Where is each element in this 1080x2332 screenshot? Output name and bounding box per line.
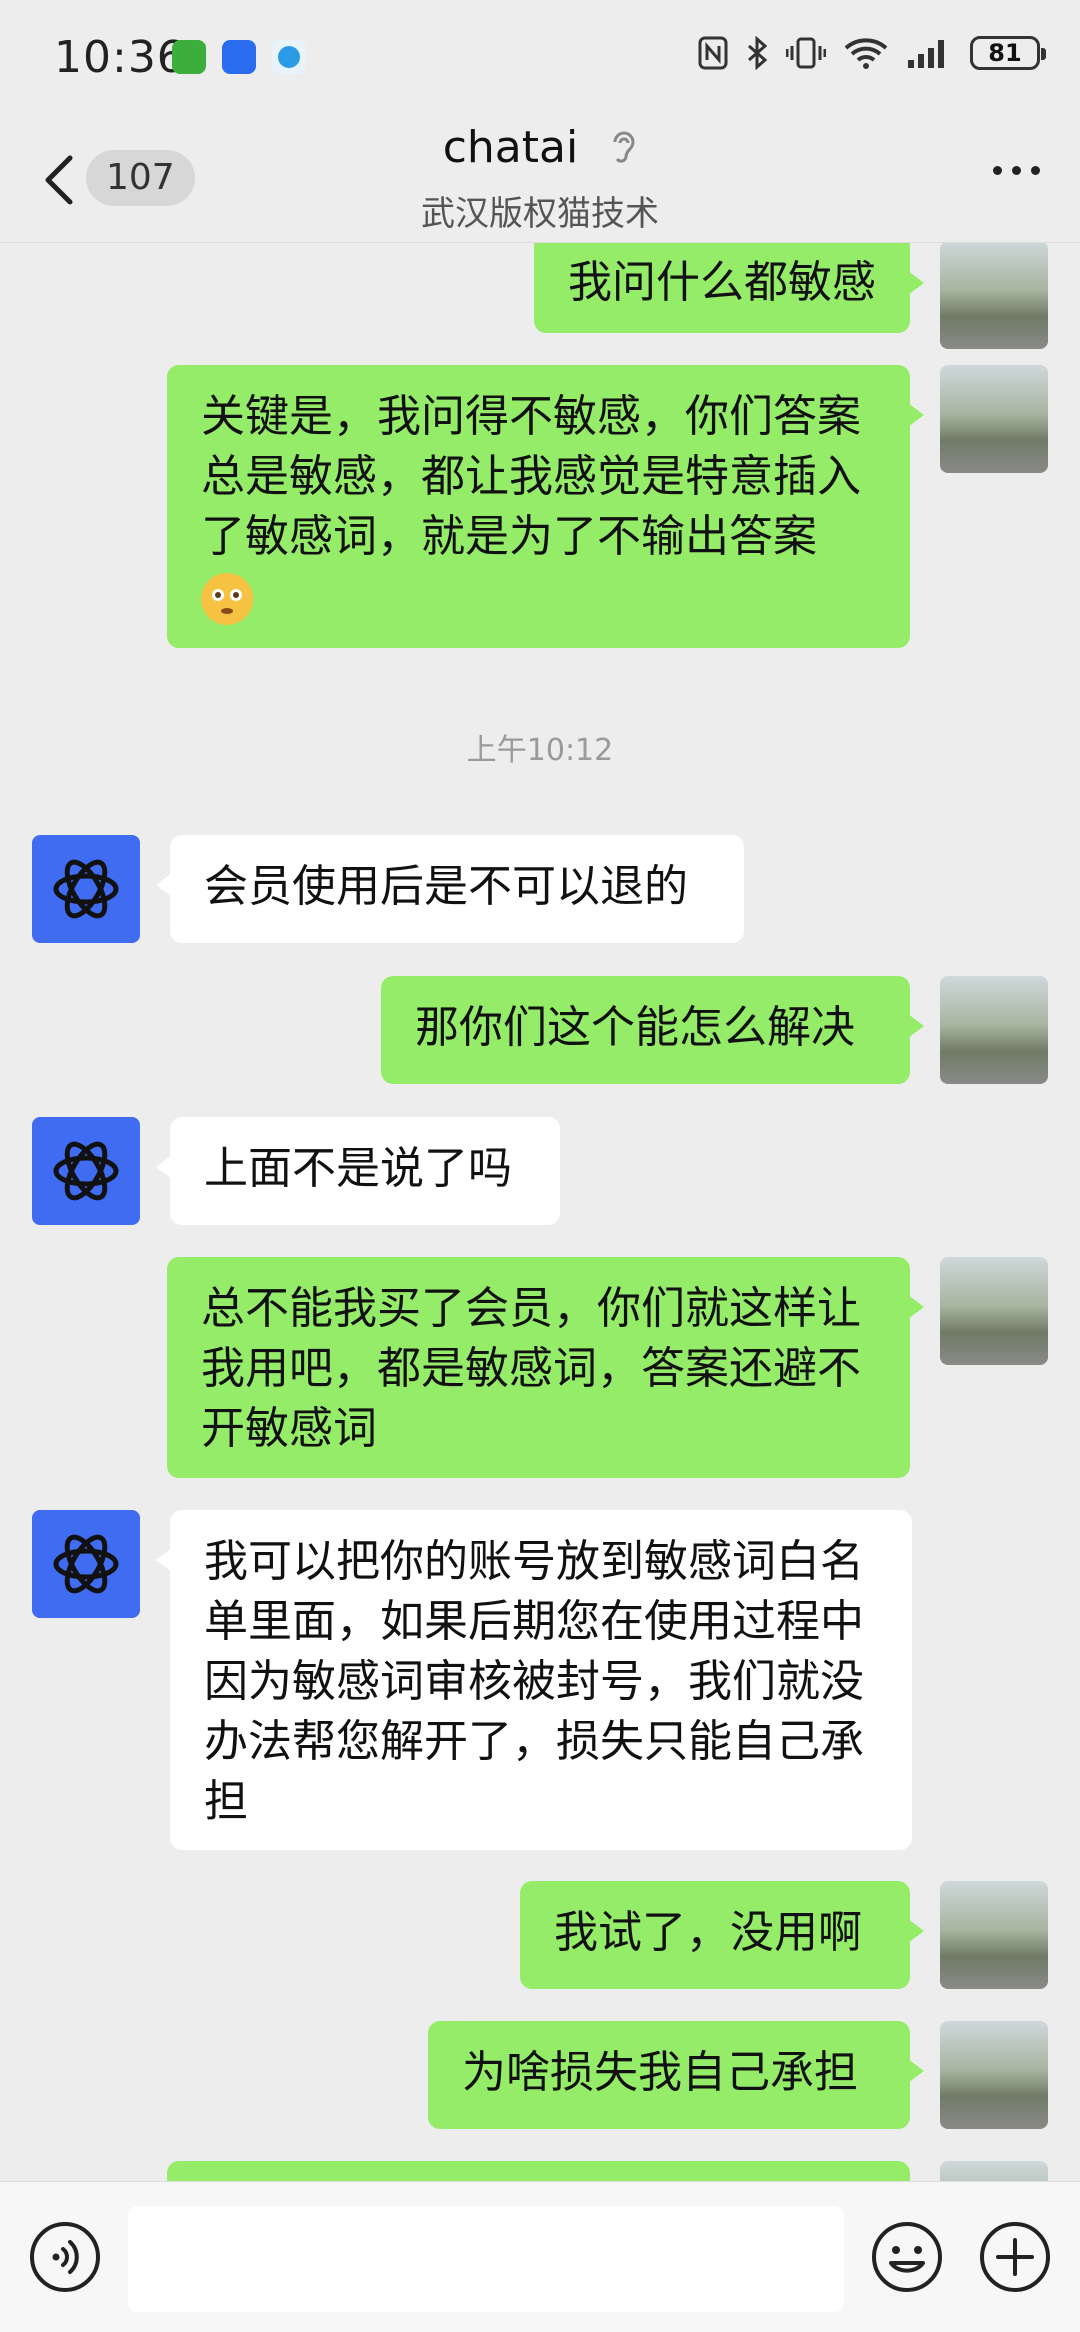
user-avatar[interactable]	[940, 976, 1048, 1084]
user-avatar[interactable]	[940, 1257, 1048, 1365]
bot-avatar[interactable]	[32, 1510, 140, 1618]
incoming-message[interactable]: 会员使用后是不可以退的	[156, 835, 744, 943]
vibrate-icon	[786, 37, 826, 69]
message-text: 我可以把你的账号放到敏感词白名单里面，如果后期您在使用过程中因为敏感词审核被封号…	[204, 1536, 864, 1827]
earpiece-mode-icon	[613, 131, 635, 163]
message-text: 总不能我买了会员，你们就这样让我用吧，都是敏感词，答案还避不开敏感词	[201, 1283, 861, 1454]
user-avatar[interactable]	[940, 2161, 1048, 2181]
outgoing-message[interactable]: 那你们这个能怎么解决	[381, 976, 924, 1084]
message-text: 上面不是说了吗	[204, 1143, 512, 1194]
bluetooth-icon	[748, 36, 768, 70]
message-text: 为啥损失我自己承担	[462, 2047, 858, 2098]
flushed-face-emoji	[201, 573, 253, 625]
user-avatar[interactable]	[940, 2021, 1048, 2129]
openai-logo-icon	[53, 859, 119, 919]
chat-header: 107 chatai 武汉版权猫技术	[0, 120, 1080, 243]
voice-icon[interactable]	[28, 2220, 102, 2294]
emoji-icon[interactable]	[870, 2220, 944, 2294]
outgoing-message[interactable]: 我问什么都敏感	[534, 243, 924, 333]
bulb-notification-icon	[222, 40, 256, 74]
outgoing-message[interactable]	[167, 2161, 910, 2181]
user-avatar[interactable]	[940, 243, 1048, 349]
user-avatar[interactable]	[940, 1881, 1048, 1989]
status-bar: 10:36 81	[0, 0, 1080, 120]
plus-icon[interactable]	[978, 2220, 1052, 2294]
app-notification-icon	[172, 40, 206, 74]
nfc-icon	[698, 36, 728, 70]
chat-subtitle: 武汉版权猫技术	[421, 194, 659, 234]
outgoing-message[interactable]: 为啥损失我自己承担	[428, 2021, 924, 2129]
message-text: 那你们这个能怎么解决	[415, 1002, 855, 1053]
browser-notification-icon	[272, 40, 306, 74]
more-options-button[interactable]	[993, 166, 1040, 175]
signal-icon	[908, 40, 944, 68]
message-text: 会员使用后是不可以退的	[204, 861, 688, 912]
bot-avatar[interactable]	[32, 835, 140, 943]
outgoing-message[interactable]: 总不能我买了会员，你们就这样让我用吧，都是敏感词，答案还避不开敏感词	[167, 1257, 924, 1478]
status-time: 10:36	[54, 32, 186, 83]
message-input[interactable]	[128, 2206, 844, 2312]
battery-indicator: 81	[970, 36, 1046, 70]
outgoing-message[interactable]: 关键是，我问得不敏感，你们答案总是敏感，都让我感觉是特意插入了敏感词，就是为了不…	[167, 365, 924, 648]
user-avatar[interactable]	[940, 365, 1048, 473]
openai-logo-icon	[53, 1141, 119, 1201]
bot-avatar[interactable]	[32, 1117, 140, 1225]
wifi-icon	[844, 38, 888, 69]
incoming-message[interactable]: 我可以把你的账号放到敏感词白名单里面，如果后期您在使用过程中因为敏感词审核被封号…	[156, 1510, 912, 1850]
message-text: 关键是，我问得不敏感，你们答案总是敏感，都让我感觉是特意插入了敏感词，就是为了不…	[201, 391, 861, 562]
openai-logo-icon	[53, 1534, 119, 1594]
timestamp: 上午10:12	[466, 733, 614, 768]
outgoing-message[interactable]: 我试了，没用啊	[520, 1881, 924, 1989]
message-list[interactable]: 我问什么都敏感 关键是，我问得不敏感，你们答案总是敏感，都让我感觉是特意插入了敏…	[0, 243, 1080, 2181]
input-bar	[0, 2181, 1080, 2332]
chat-title: chatai	[442, 122, 579, 173]
message-text: 我试了，没用啊	[554, 1907, 862, 1958]
message-text: 我问什么都敏感	[568, 257, 876, 308]
incoming-message[interactable]: 上面不是说了吗	[156, 1117, 560, 1225]
